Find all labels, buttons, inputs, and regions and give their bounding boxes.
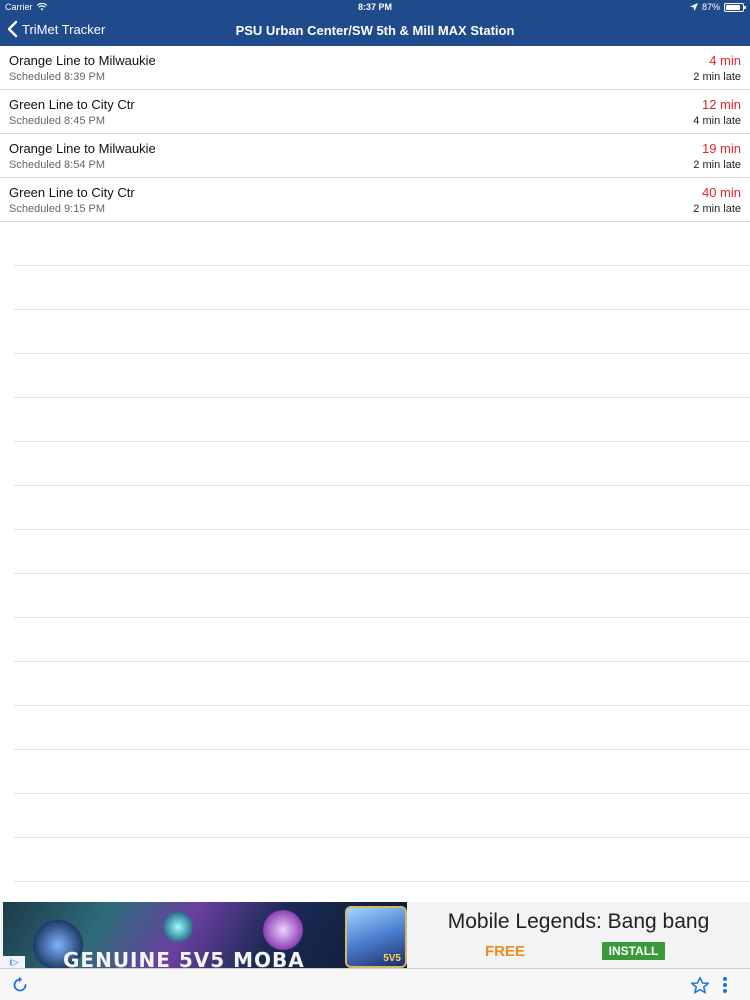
status-time: 8:37 PM — [357, 2, 392, 12]
top-bar: Carrier 8:37 PM 87% TriMet Tracker PSU U… — [0, 0, 750, 46]
battery-percent: 87% — [701, 2, 720, 12]
page-title: PSU Urban Center/SW 5th & Mill MAX Stati… — [235, 23, 515, 38]
empty-row-separator — [14, 398, 750, 442]
status-right-group: 87% — [689, 2, 746, 12]
more-vertical-icon[interactable] — [720, 976, 730, 994]
ad-art-orb — [263, 910, 303, 950]
ad-banner[interactable]: 5V5 GENUINE 5V5 MOBA i▷ Mobile Legends: … — [0, 902, 750, 968]
ad-art-orb — [163, 912, 193, 942]
ad-price: FREE — [485, 943, 526, 960]
scheduled-time: Scheduled 8:39 PM — [9, 71, 106, 83]
delay-status: 4 min late — [693, 115, 741, 127]
status-bar: Carrier 8:37 PM 87% — [0, 0, 750, 14]
navigation-bar: TriMet Tracker PSU Urban Center/SW 5th &… — [0, 14, 750, 46]
eta-minutes: 19 min — [701, 141, 741, 156]
empty-row-separator — [14, 574, 750, 618]
arrival-row[interactable]: Green Line to City Ctr Scheduled 8:45 PM… — [0, 90, 750, 134]
empty-row-separator — [14, 266, 750, 310]
ad-image-caption: GENUINE 5V5 MOBA — [63, 948, 305, 968]
empty-row-separator — [14, 442, 750, 486]
route-name: Orange Line to Milwaukie — [9, 141, 156, 156]
empty-row-separator — [14, 310, 750, 354]
battery-fill — [726, 4, 740, 10]
scheduled-time: Scheduled 8:45 PM — [9, 115, 106, 127]
star-icon[interactable] — [690, 976, 710, 995]
empty-row-separator — [14, 222, 750, 266]
route-name: Green Line to City Ctr — [9, 185, 135, 200]
empty-row-separator — [14, 486, 750, 530]
delay-status: 2 min late — [693, 71, 741, 83]
battery-icon — [724, 2, 746, 12]
scheduled-time: Scheduled 8:54 PM — [9, 159, 106, 171]
bottom-toolbar — [0, 968, 750, 1000]
route-name: Orange Line to Milwaukie — [9, 53, 156, 68]
arrival-row[interactable]: Orange Line to Milwaukie Scheduled 8:39 … — [0, 46, 750, 90]
empty-row-separator — [14, 662, 750, 706]
location-arrow-icon — [689, 3, 698, 11]
empty-row-separator — [14, 838, 750, 882]
arrival-row[interactable]: Green Line to City Ctr Scheduled 9:15 PM… — [0, 178, 750, 222]
delay-status: 2 min late — [693, 159, 741, 171]
refresh-icon[interactable] — [11, 976, 29, 994]
install-button[interactable]: INSTALL — [602, 942, 665, 960]
arrivals-list: Orange Line to Milwaukie Scheduled 8:39 … — [0, 46, 750, 882]
route-name: Green Line to City Ctr — [9, 97, 135, 112]
empty-row-separator — [14, 530, 750, 574]
ad-hero-badge: 5V5 — [383, 953, 401, 964]
empty-row-separator — [14, 794, 750, 838]
ad-game-image[interactable]: 5V5 GENUINE 5V5 MOBA — [3, 902, 407, 968]
delay-status: 2 min late — [693, 203, 741, 215]
ad-title[interactable]: Mobile Legends: Bang bang — [407, 910, 750, 934]
ad-hero-portrait: 5V5 — [345, 906, 407, 968]
empty-row-separator — [14, 354, 750, 398]
empty-row-separator — [14, 618, 750, 662]
scheduled-time: Scheduled 9:15 PM — [9, 203, 106, 215]
arrival-row[interactable]: Orange Line to Milwaukie Scheduled 8:54 … — [0, 134, 750, 178]
eta-minutes: 4 min — [709, 53, 741, 68]
eta-minutes: 40 min — [701, 185, 741, 200]
eta-minutes: 12 min — [701, 97, 741, 112]
empty-row-separator — [14, 750, 750, 794]
empty-row-separator — [14, 706, 750, 750]
adchoices-icon[interactable]: i▷ — [3, 956, 25, 968]
